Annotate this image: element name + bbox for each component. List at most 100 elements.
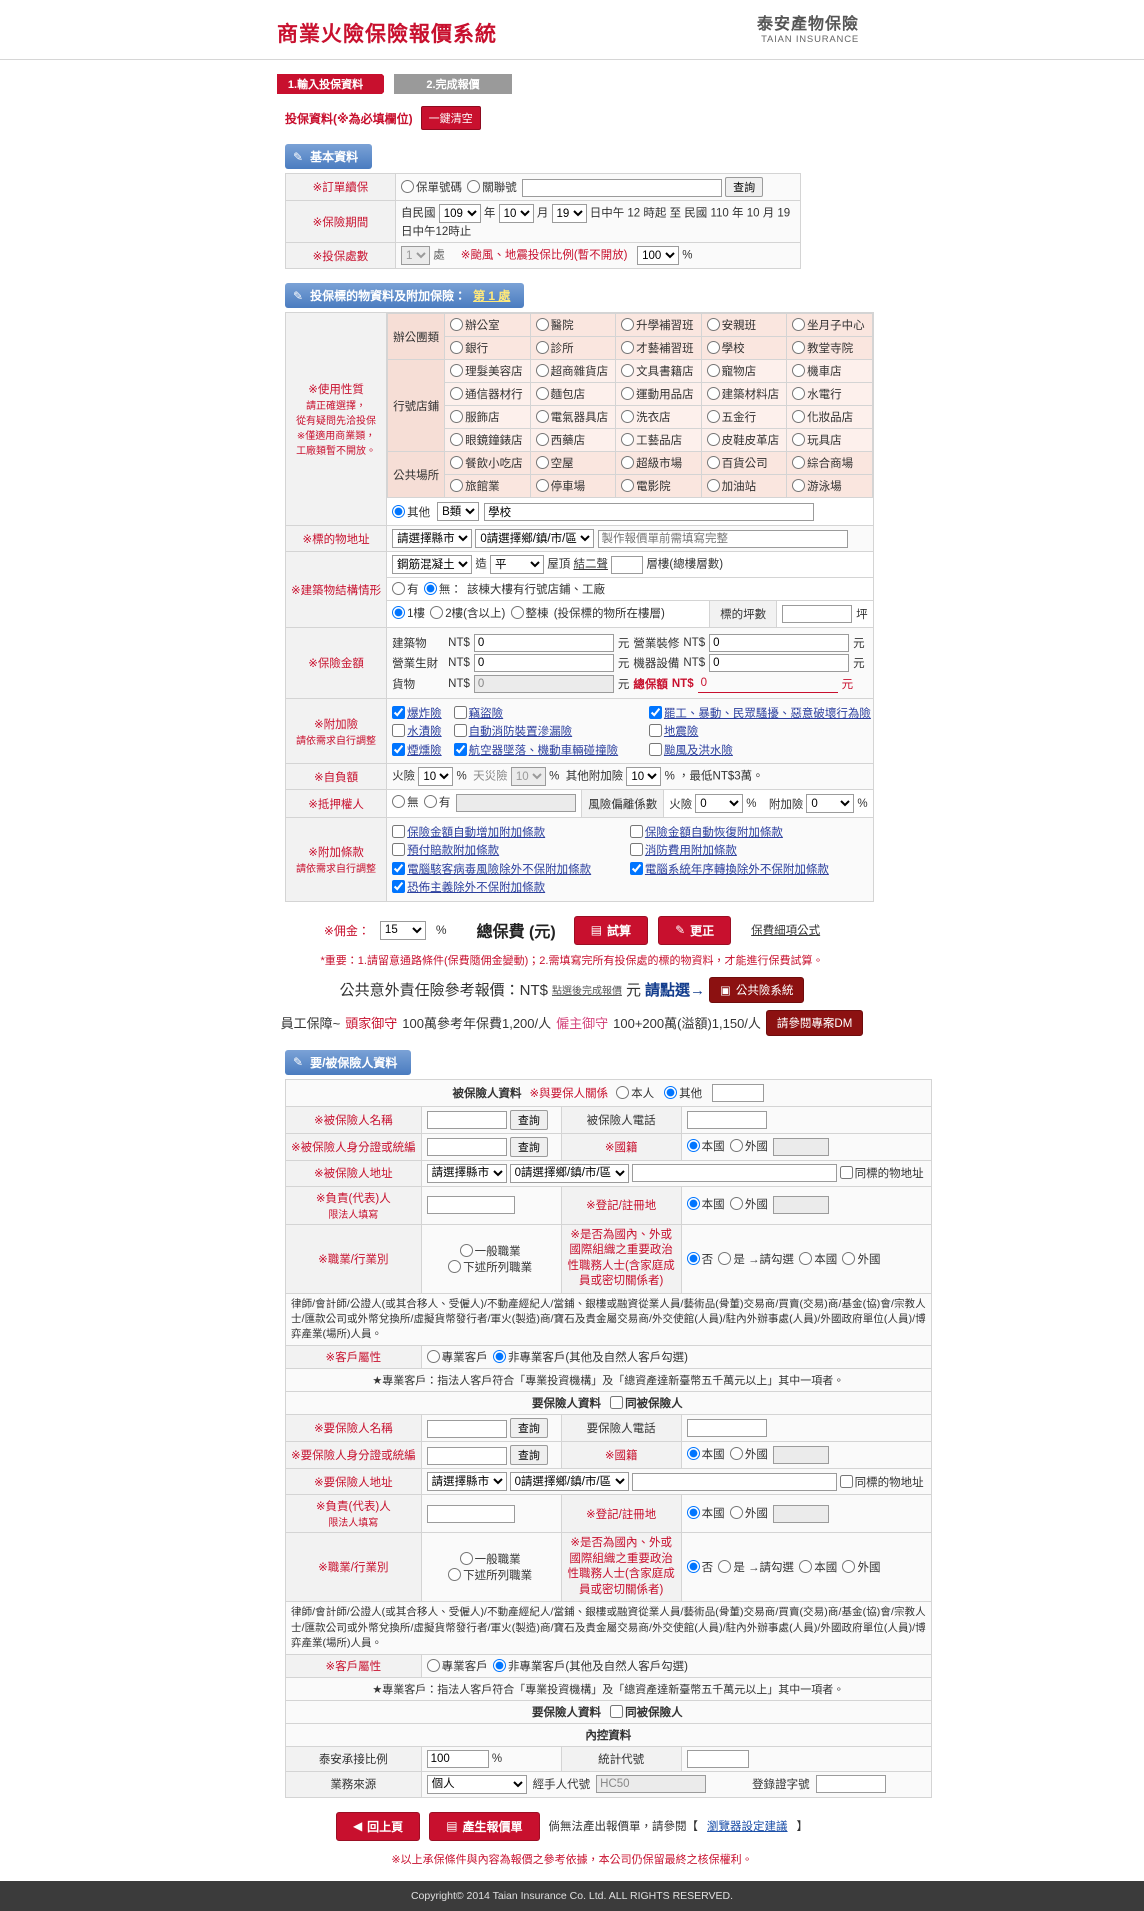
- internal-license-input[interactable]: [816, 1775, 886, 1793]
- structure-floorall-radio[interactable]: 整棟: [511, 608, 549, 620]
- insured-reg-foreign-radio[interactable]: 外國: [730, 1199, 768, 1211]
- insured-nation-foreign-radio[interactable]: 外國: [730, 1141, 768, 1153]
- usage-option-cell[interactable]: 超商雜貨店: [530, 360, 616, 383]
- risk-addon-select[interactable]: 0: [806, 794, 854, 813]
- address-detail-input[interactable]: [598, 530, 848, 548]
- usage-option-radio[interactable]: 玩具店: [792, 435, 842, 447]
- insured-cust-pro-input[interactable]: [427, 1350, 440, 1363]
- usage-option-radio[interactable]: 西藥店: [536, 435, 586, 447]
- coverage-checkbox[interactable]: 爆炸險: [392, 705, 442, 721]
- clause-label-link[interactable]: 消防費用附加條款: [645, 845, 737, 857]
- deductible-other-select[interactable]: 10: [626, 767, 661, 786]
- applicant-nation-local-radio[interactable]: 本國: [687, 1449, 725, 1461]
- coverage-checkbox[interactable]: 颱風及洪水險: [649, 745, 733, 757]
- insured-rep-input[interactable]: [427, 1196, 515, 1214]
- usage-option-radio[interactable]: 工藝品店: [621, 435, 682, 447]
- clause-checkbox-input[interactable]: [630, 825, 643, 838]
- structure-material-select[interactable]: 鋼筋混凝土: [392, 555, 472, 574]
- usage-option-radio-input[interactable]: [536, 456, 549, 469]
- internal-stat-input[interactable]: [687, 1750, 749, 1768]
- coverage-checkbox-input[interactable]: [649, 706, 662, 719]
- usage-option-cell[interactable]: 百貨公司: [701, 452, 787, 475]
- usage-option-cell[interactable]: 坐月子中心: [787, 314, 873, 337]
- usage-option-radio-input[interactable]: [621, 433, 634, 446]
- coverage-checkbox[interactable]: 竊盜險: [454, 705, 504, 721]
- step-complete-quote[interactable]: 2.完成報價: [394, 74, 512, 94]
- mortgage-no-radio[interactable]: 無: [392, 797, 419, 809]
- usage-option-cell[interactable]: 洗衣店: [616, 406, 702, 429]
- clause-checkbox[interactable]: 保險金額自動增加附加條款: [392, 827, 545, 839]
- usage-option-radio[interactable]: 水電行: [792, 389, 842, 401]
- insured-pep-foreign-radio[interactable]: 外國: [842, 1254, 880, 1266]
- usage-option-radio[interactable]: 游泳場: [792, 481, 842, 493]
- usage-option-cell[interactable]: 加油站: [701, 475, 787, 498]
- insured-cust-pro-radio[interactable]: 專業客戶: [427, 1352, 488, 1364]
- usage-option-cell[interactable]: 餐飲小吃店: [445, 452, 531, 475]
- usage-option-radio-input[interactable]: [450, 410, 463, 423]
- address-district-select[interactable]: 0請選擇鄉/鎮/市/區: [475, 529, 594, 548]
- coverage-label-link[interactable]: 航空器墜落、機動車輛碰撞險: [469, 745, 619, 757]
- coverage-checkbox-input[interactable]: [454, 743, 467, 756]
- applicant-name-input[interactable]: [427, 1420, 507, 1438]
- applicant-nation-local-input[interactable]: [687, 1447, 700, 1460]
- usage-option-radio[interactable]: 辦公室: [450, 320, 500, 332]
- applicant-reg-local-input[interactable]: [687, 1506, 700, 1519]
- usage-option-radio-input[interactable]: [621, 341, 634, 354]
- clause-label-link[interactable]: 電腦駭客病毒風險除外不保附加條款: [407, 864, 591, 876]
- usage-option-cell[interactable]: 西藥店: [530, 429, 616, 452]
- insured-pep-yes-input[interactable]: [718, 1252, 731, 1265]
- applicant-pep-foreign-input[interactable]: [842, 1560, 855, 1573]
- insured-reg-foreign-input[interactable]: [730, 1197, 743, 1210]
- usage-option-radio-input[interactable]: [621, 318, 634, 331]
- usage-option-radio[interactable]: 百貨公司: [707, 458, 768, 470]
- formula-link[interactable]: 保費細項公式: [751, 922, 820, 938]
- coverage-checkbox[interactable]: 水漬險: [392, 723, 442, 739]
- usage-option-radio[interactable]: 皮鞋皮革店: [707, 435, 780, 447]
- coverage-checkbox[interactable]: 煙燻險: [392, 742, 442, 758]
- usage-option-radio[interactable]: 電影院: [621, 481, 671, 493]
- coverage-label-link[interactable]: 自動消防裝置滲漏險: [469, 726, 573, 738]
- structure-floorall-input[interactable]: [511, 606, 524, 619]
- applicant-reg-input[interactable]: [773, 1505, 829, 1523]
- renew-policy-radio-input[interactable]: [401, 180, 414, 193]
- usage-option-cell[interactable]: 電影院: [616, 475, 702, 498]
- clause-checkbox[interactable]: 電腦系統年序轉換除外不保附加條款: [630, 864, 829, 876]
- amount-input-1[interactable]: [474, 654, 614, 672]
- coverage-label-link[interactable]: 水漬險: [407, 726, 442, 738]
- insured-nation-foreign-input[interactable]: [730, 1139, 743, 1152]
- applicant-same-checkbox[interactable]: 同被保險人: [610, 1398, 683, 1410]
- applicant-id-input[interactable]: [427, 1447, 507, 1465]
- usage-option-radio[interactable]: 銀行: [450, 343, 488, 355]
- insured-pep-local-input[interactable]: [799, 1252, 812, 1265]
- insured-phone-input[interactable]: [687, 1111, 767, 1129]
- usage-option-cell[interactable]: 服飾店: [445, 406, 531, 429]
- usage-option-radio-input[interactable]: [450, 341, 463, 354]
- usage-option-radio-input[interactable]: [707, 456, 720, 469]
- applicant-pep-yes-input[interactable]: [718, 1560, 731, 1573]
- usage-option-cell[interactable]: 辦公室: [445, 314, 531, 337]
- applicant-occ-normal-radio[interactable]: 一般職業: [460, 1554, 521, 1566]
- usage-option-cell[interactable]: 升學補習班: [616, 314, 702, 337]
- insured-cust-nonpro-radio[interactable]: 非專業客戶(其他及自然人客戶勾選): [493, 1352, 688, 1364]
- applicant-name-query-button[interactable]: 查詢: [510, 1418, 548, 1438]
- applicant-cust-nonpro-radio[interactable]: 非專業客戶(其他及自然人客戶勾選): [493, 1661, 688, 1673]
- amount-input-1[interactable]: [474, 634, 614, 652]
- usage-option-radio[interactable]: 醫院: [536, 320, 574, 332]
- coverage-checkbox-input[interactable]: [649, 743, 662, 756]
- applicant-occ-normal-input[interactable]: [460, 1552, 473, 1565]
- usage-option-radio[interactable]: 加油站: [707, 481, 757, 493]
- usage-option-cell[interactable]: 運動用品店: [616, 383, 702, 406]
- structure-floors-input[interactable]: [611, 556, 643, 574]
- clause-label-link[interactable]: 電腦系統年序轉換除外不保附加條款: [645, 864, 829, 876]
- usage-option-radio-input[interactable]: [707, 433, 720, 446]
- coverage-checkbox-input[interactable]: [392, 706, 405, 719]
- coverage-checkbox-input[interactable]: [392, 724, 405, 737]
- commission-select[interactable]: 15: [380, 921, 426, 940]
- usage-option-radio[interactable]: 電氣器具店: [536, 412, 609, 424]
- insured-id-input[interactable]: [427, 1138, 507, 1156]
- generate-quote-button[interactable]: ▤ 產生報價單: [429, 1812, 539, 1841]
- mortgage-name-input[interactable]: [456, 794, 576, 812]
- usage-option-radio[interactable]: 超級市場: [621, 458, 682, 470]
- clause-checkbox[interactable]: 消防費用附加條款: [630, 845, 737, 857]
- structure-has-yes-radio[interactable]: 有: [392, 584, 419, 596]
